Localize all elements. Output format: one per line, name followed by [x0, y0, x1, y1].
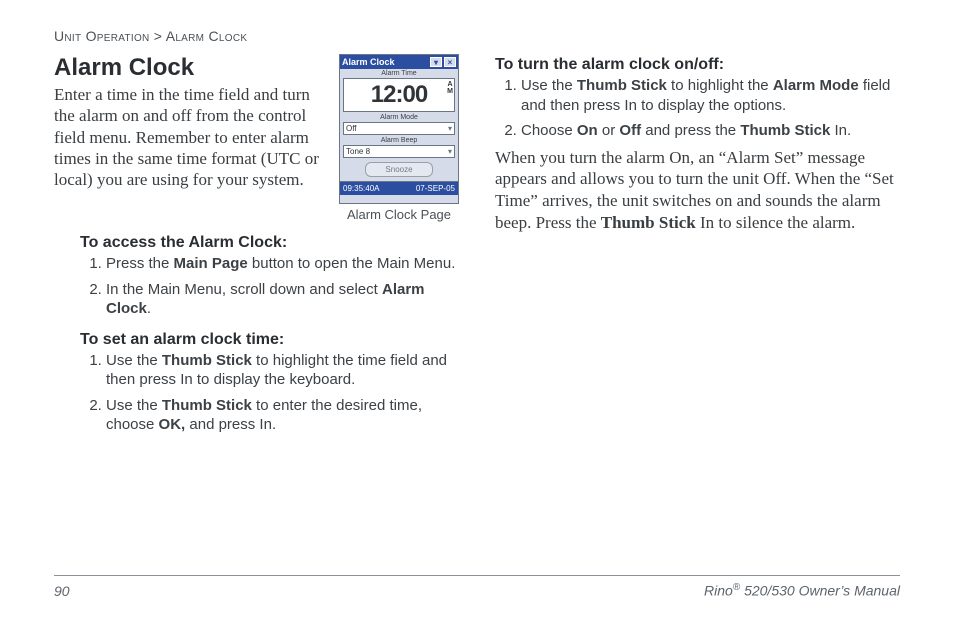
window-menu-icon: ▾: [430, 57, 442, 67]
step-text: In the Main Menu, scroll down and select: [106, 281, 382, 298]
step-bold: Off: [619, 122, 641, 139]
step-text: Press the: [106, 255, 174, 272]
step: Choose On or Off and press the Thumb Sti…: [521, 121, 900, 141]
step-text: to highlight the: [667, 77, 773, 94]
step: Use the Thumb Stick to enter the desired…: [106, 396, 459, 435]
device-ampm-a: A: [448, 81, 452, 88]
product-name: Rino® 520/530 Owner’s Manual: [704, 582, 900, 599]
chevron-down-icon: ▾: [448, 146, 452, 157]
step-bold: Thumb Stick: [162, 397, 252, 414]
step-bold: On: [577, 122, 598, 139]
device-label-mode: Alarm Mode: [340, 113, 458, 121]
para-bold: Thumb Stick: [601, 213, 696, 232]
device-window-title: Alarm Clock: [342, 57, 395, 67]
device-beep-field: Tone 8 ▾: [343, 145, 455, 158]
step-text: .: [147, 300, 151, 317]
step-bold: Thumb Stick: [162, 352, 252, 369]
page-number: 90: [54, 583, 70, 599]
step-bold: OK,: [159, 416, 186, 433]
left-column: Alarm Clock Enter a time in the time fie…: [54, 54, 459, 441]
procedure-steps: Use the Thumb Stick to highlight the Ala…: [495, 76, 900, 141]
procedure-title: To access the Alarm Clock:: [80, 234, 459, 252]
device-label-time: Alarm Time: [340, 69, 458, 77]
manual-page: Unit Operation > Alarm Clock Alarm Clock…: [0, 0, 954, 621]
step-text: Use the: [106, 352, 162, 369]
breadcrumb-section: Unit Operation: [54, 28, 150, 44]
device-status-bar: 09:35:40A 07-SEP-05: [340, 181, 458, 195]
body-paragraph: When you turn the alarm On, an “Alarm Se…: [495, 147, 900, 234]
procedure-access: To access the Alarm Clock: Press the Mai…: [54, 234, 459, 319]
page-title: Alarm Clock: [54, 54, 323, 82]
breadcrumb: Unit Operation > Alarm Clock: [54, 28, 900, 44]
product-pre: Rino: [704, 583, 733, 599]
device-time-value: 12:00: [371, 81, 427, 109]
para-text: In to silence the alarm.: [696, 213, 856, 232]
step-text: Use the: [106, 397, 162, 414]
procedure-settime: To set an alarm clock time: Use the Thum…: [54, 331, 459, 435]
device-mode-value: Off: [346, 123, 357, 134]
device-status-time: 09:35:40A: [343, 184, 379, 193]
lead-text: Alarm Clock Enter a time in the time fie…: [54, 54, 323, 190]
breadcrumb-sep: >: [154, 28, 162, 44]
page-footer: 90 Rino® 520/530 Owner’s Manual: [54, 575, 900, 599]
procedure-title: To set an alarm clock time:: [80, 331, 459, 349]
step: Use the Thumb Stick to highlight the tim…: [106, 351, 459, 390]
step-text: or: [598, 122, 620, 139]
device-label-beep: Alarm Beep: [340, 136, 458, 144]
right-column: To turn the alarm clock on/off: Use the …: [495, 54, 900, 441]
two-column-layout: Alarm Clock Enter a time in the time fie…: [54, 54, 900, 441]
device-ampm: A M: [447, 81, 452, 95]
step: In the Main Menu, scroll down and select…: [106, 280, 459, 319]
device-time-field: 12:00 A M: [343, 78, 455, 112]
product-post: 520/530 Owner’s Manual: [740, 583, 900, 599]
procedure-title: To turn the alarm clock on/off:: [495, 56, 900, 74]
step-text: In.: [830, 122, 851, 139]
device-beep-value: Tone 8: [346, 146, 370, 157]
lead-block: Alarm Clock Enter a time in the time fie…: [54, 54, 459, 222]
step-text: and press the: [641, 122, 740, 139]
procedure-steps: Use the Thumb Stick to highlight the tim…: [80, 351, 459, 435]
step-text: Choose: [521, 122, 577, 139]
step-bold: Thumb Stick: [740, 122, 830, 139]
breadcrumb-page: Alarm Clock: [166, 28, 248, 44]
step: Use the Thumb Stick to highlight the Ala…: [521, 76, 900, 115]
device-titlebar: Alarm Clock ▾ ×: [340, 55, 458, 69]
figure: Alarm Clock ▾ × Alarm Time 12:00 A M: [339, 54, 459, 222]
device-ampm-m: M: [447, 88, 452, 95]
step-text: button to open the Main Menu.: [248, 255, 456, 272]
chevron-down-icon: ▾: [448, 123, 452, 134]
device-status-date: 07-SEP-05: [416, 184, 455, 193]
step-bold: Thumb Stick: [577, 77, 667, 94]
step: Press the Main Page button to open the M…: [106, 254, 459, 274]
intro-paragraph: Enter a time in the time field and turn …: [54, 84, 323, 190]
step-text: and press In.: [185, 416, 276, 433]
device-mode-field: Off ▾: [343, 122, 455, 135]
device-screenshot: Alarm Clock ▾ × Alarm Time 12:00 A M: [339, 54, 459, 204]
step-text: Use the: [521, 77, 577, 94]
device-snooze-button: Snooze: [365, 162, 433, 177]
figure-caption: Alarm Clock Page: [339, 207, 459, 222]
window-close-icon: ×: [444, 57, 456, 67]
step-bold: Main Page: [174, 255, 248, 272]
step-bold: Alarm Mode: [773, 77, 859, 94]
procedure-steps: Press the Main Page button to open the M…: [80, 254, 459, 319]
